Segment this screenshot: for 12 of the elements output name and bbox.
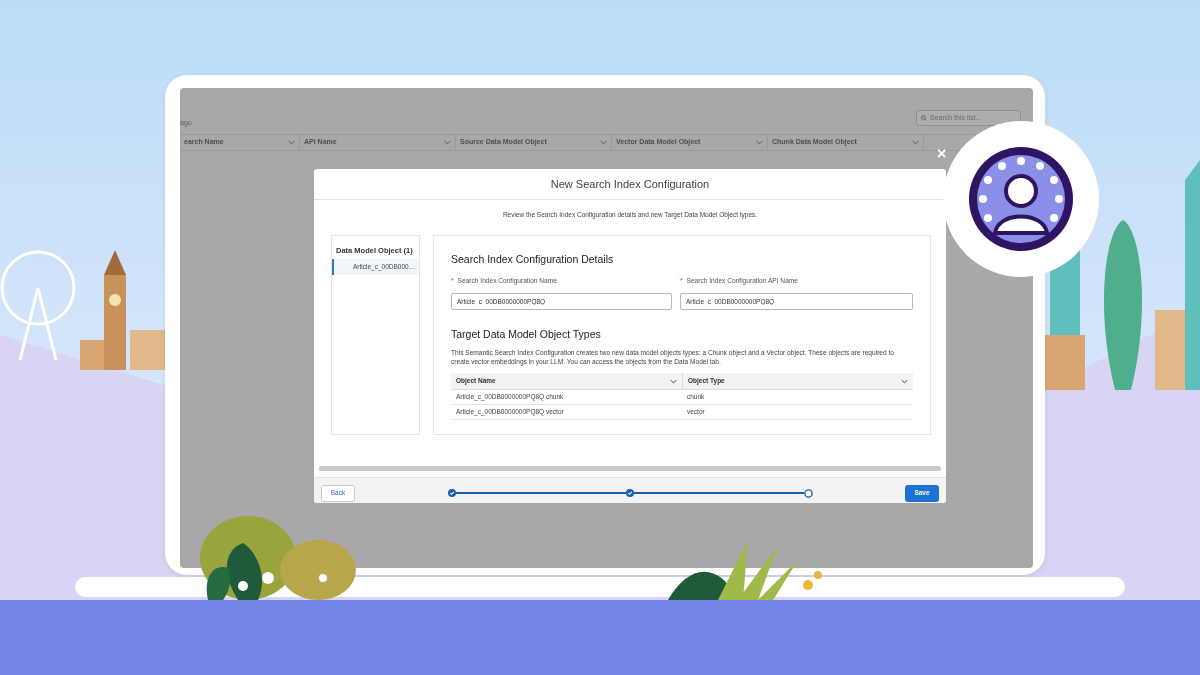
section-heading: Search Index Configuration Details [451, 252, 614, 265]
dialog-title: New Search Index Configuration [550, 176, 710, 192]
scrollbar[interactable] [319, 466, 941, 471]
caret-icon [444, 140, 451, 145]
section-heading: Target Data Model Object Types [451, 328, 601, 341]
caret-icon [670, 378, 677, 384]
search-icon [921, 115, 927, 121]
caret-icon [912, 140, 919, 145]
caret-icon [288, 140, 295, 145]
caret-icon [901, 378, 908, 384]
caret-icon [756, 140, 763, 145]
caret-icon [600, 140, 607, 145]
